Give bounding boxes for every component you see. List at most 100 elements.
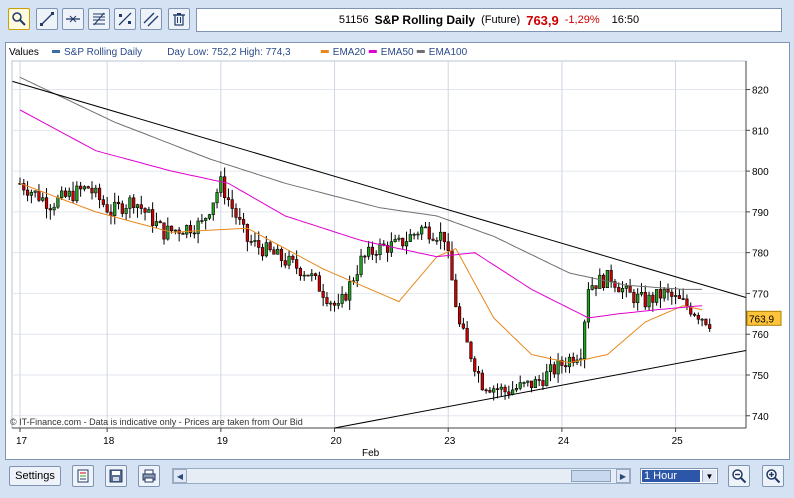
scroll-left-button[interactable]: ◀ bbox=[173, 469, 187, 483]
candle-body bbox=[476, 371, 481, 374]
candle-body bbox=[245, 223, 249, 242]
bottom-toolbar: Settings ◀ ▶ 1 Hour ▼ bbox=[0, 460, 794, 498]
candle-body bbox=[211, 202, 215, 215]
save-button[interactable] bbox=[105, 465, 127, 487]
candle-body bbox=[469, 341, 473, 360]
candle-body bbox=[552, 364, 556, 375]
candle-body bbox=[82, 186, 87, 190]
x-tick-label: 23 bbox=[444, 436, 456, 447]
candle-body bbox=[370, 246, 375, 255]
candle-body bbox=[238, 217, 242, 220]
y-tick-label: 780 bbox=[752, 249, 769, 260]
timeframe-select[interactable]: 1 Hour ▼ bbox=[640, 468, 718, 484]
zoom-out-icon bbox=[732, 469, 747, 484]
candle-body bbox=[109, 211, 113, 216]
candle-body bbox=[537, 379, 541, 381]
instrument-type: (Future) bbox=[481, 14, 521, 26]
candle-body bbox=[128, 197, 132, 209]
candle-body bbox=[44, 197, 49, 209]
candle-body bbox=[325, 297, 329, 304]
zoom-cursor-icon bbox=[12, 12, 26, 26]
candle-body bbox=[173, 229, 177, 232]
chevron-down-icon[interactable]: ▼ bbox=[702, 470, 716, 482]
settings-button[interactable]: Settings bbox=[9, 466, 61, 486]
candle-body bbox=[71, 190, 75, 202]
candle-body bbox=[439, 231, 443, 241]
candle-body bbox=[556, 359, 560, 375]
candle-body bbox=[480, 372, 484, 391]
y-tick-label: 800 bbox=[752, 167, 769, 178]
last-price: 763,9 bbox=[526, 12, 559, 28]
candle-body bbox=[79, 185, 83, 190]
trash-icon bbox=[173, 13, 185, 26]
parallel-lines-icon bbox=[143, 12, 159, 27]
horizontal-line-tool-button[interactable] bbox=[62, 8, 84, 30]
candle-body bbox=[681, 298, 685, 300]
candle-body bbox=[484, 389, 488, 392]
candle-body bbox=[685, 298, 689, 307]
candle-body bbox=[329, 302, 333, 305]
instrument-code: 51156 bbox=[338, 14, 369, 26]
chart-panel[interactable]: 740 750 760 770 780 790 800 810 820 17 18 19 20 23 24 2… bbox=[5, 42, 790, 460]
zoom-in-button[interactable] bbox=[762, 465, 784, 487]
candle-body bbox=[692, 313, 697, 316]
candle-body bbox=[658, 289, 663, 299]
candle-body bbox=[507, 391, 511, 395]
candle-body bbox=[67, 190, 71, 197]
candle-body bbox=[492, 388, 496, 393]
candle-body bbox=[598, 274, 602, 289]
candle-body bbox=[188, 225, 193, 234]
candle-body bbox=[283, 260, 287, 266]
candle-body bbox=[94, 187, 98, 194]
zoom-cursor-tool-button[interactable] bbox=[8, 8, 30, 30]
parallel-lines-tool-button[interactable] bbox=[140, 8, 162, 30]
zoom-out-button[interactable] bbox=[728, 465, 750, 487]
candle-body bbox=[302, 274, 306, 277]
candle-body bbox=[431, 238, 435, 241]
candle-body bbox=[666, 288, 670, 293]
candle-body bbox=[594, 285, 598, 289]
change-percent: -1,29% bbox=[564, 14, 600, 26]
candle-body bbox=[609, 270, 613, 282]
price-chart[interactable]: 740 750 760 770 780 790 800 810 820 17 18 19 20 23 24 2… bbox=[6, 43, 789, 459]
print-button[interactable] bbox=[138, 465, 160, 487]
data-disclaimer: © IT-Finance.com - Data is indicative on… bbox=[10, 417, 303, 427]
y-tick-label: 770 bbox=[752, 289, 769, 300]
candle-body bbox=[139, 204, 143, 209]
candle-body bbox=[33, 190, 37, 193]
candle-body bbox=[624, 285, 628, 289]
candle-body bbox=[401, 237, 405, 247]
legend-swatch bbox=[416, 50, 425, 53]
delete-tool-button[interactable] bbox=[168, 8, 190, 30]
legend-item-label: Day Low: 752,2 High: 774,3 bbox=[167, 47, 291, 58]
candle-body bbox=[583, 321, 587, 359]
candle-body bbox=[367, 246, 371, 257]
x-tick-label: 19 bbox=[217, 436, 229, 447]
indicators-button[interactable] bbox=[72, 465, 94, 487]
line-tools-button[interactable] bbox=[114, 8, 136, 30]
candle-body bbox=[617, 287, 621, 293]
candle-body bbox=[511, 389, 515, 395]
candle-body bbox=[564, 365, 568, 368]
candle-body bbox=[416, 233, 420, 236]
candle-body bbox=[643, 292, 647, 308]
candle-body bbox=[605, 270, 609, 288]
chevron-left-icon: ◀ bbox=[176, 471, 184, 481]
timeframe-value: 1 Hour bbox=[642, 470, 700, 482]
legend-swatch bbox=[368, 50, 377, 53]
candle-body bbox=[374, 254, 378, 256]
candle-body bbox=[404, 241, 409, 247]
candle-body bbox=[257, 240, 261, 248]
candle-body bbox=[132, 197, 136, 208]
candle-body bbox=[567, 356, 572, 368]
horizontal-line-icon bbox=[66, 15, 80, 23]
candle-body bbox=[704, 318, 708, 325]
scroll-right-button[interactable]: ▶ bbox=[616, 469, 630, 483]
chart-scrollbar[interactable]: ◀ ▶ bbox=[172, 468, 631, 484]
candle-body bbox=[696, 315, 700, 320]
candle-body bbox=[154, 221, 159, 226]
legend-item-label: S&P Rolling Daily bbox=[64, 47, 142, 58]
fibonacci-tool-button[interactable] bbox=[88, 8, 110, 30]
scroll-thumb[interactable] bbox=[571, 470, 611, 482]
trendline-tool-button[interactable] bbox=[36, 8, 58, 30]
